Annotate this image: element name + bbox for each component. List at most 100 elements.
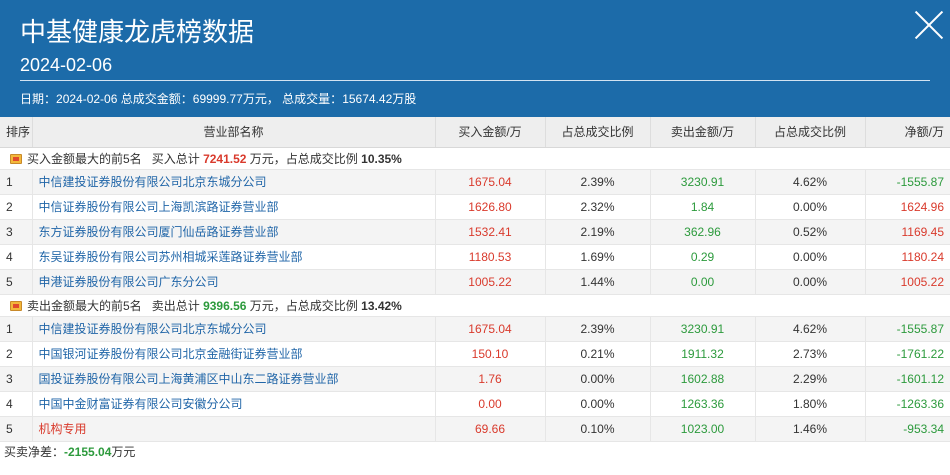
sell-total-label: 卖出总计: [151, 298, 200, 313]
rank-cell: 1: [0, 316, 33, 342]
net-amount-cell: 1624.96: [865, 194, 950, 220]
rank-cell: 3: [0, 219, 33, 245]
table-row: 4 东吴证券股份有限公司苏州相城采莲路证券营业部 1180.53 1.69% 0.29 0…: [0, 244, 950, 270]
sell-amount-cell: 3230.91: [650, 316, 756, 342]
table-row: 5 机构专用 69.66 0.10% 1023.00 1.46% -953.34: [0, 416, 950, 442]
table-row: 3 东方证券股份有限公司厦门仙岳路证券营业部 1532.41 2.19% 362.96 0…: [0, 219, 950, 245]
summary-volume-label: 总成交量：: [282, 92, 343, 106]
buy-section-cell: 买入金额最大的前5名 买入总计 7241.52 万元，占总成交比例 10.35%: [0, 147, 950, 170]
buy-ratio-cell: 0.00%: [545, 391, 651, 417]
buy-total-label: 买入总计: [151, 151, 200, 166]
net-amount-cell: -1601.12: [865, 366, 950, 392]
table-header: 排序 营业部名称 买入金额/万 占总成交比例 卖出金额/万 占总成交比例 净额/…: [0, 117, 950, 148]
sell-ratio-cell: 0.52%: [755, 219, 866, 245]
section-flag-icon: [10, 300, 22, 311]
branch-name-link[interactable]: 东方证券股份有限公司厦门仙岳路证券营业部: [32, 219, 436, 245]
sell-total-ratio: 13.42%: [361, 298, 402, 313]
buy-amount-cell: 1180.53: [435, 244, 546, 270]
buy-total-value: 7241.52: [203, 151, 247, 166]
sell-ratio-cell: 1.46%: [755, 416, 866, 442]
table-row: 2 中信证券股份有限公司上海凯滨路证券营业部 1626.80 2.32% 1.84 0.0…: [0, 194, 950, 220]
buy-amount-cell: 69.66: [435, 416, 546, 442]
table-row: 2 中国银河证券股份有限公司北京金融街证券营业部 150.10 0.21% 1911.3…: [0, 341, 950, 367]
buy-amount-cell: 1626.80: [435, 194, 546, 220]
summary-date-label: 日期：: [20, 92, 57, 106]
branch-name-link[interactable]: 国投证券股份有限公司上海黄浦区中山东二路证券营业部: [32, 366, 436, 392]
sell-section: 卖出金额最大的前5名 卖出总计 9396.56 万元，占总成交比例 13.42%…: [0, 294, 950, 442]
sell-section-cell: 卖出金额最大的前5名 卖出总计 9396.56 万元，占总成交比例 13.42%: [0, 294, 950, 317]
branch-name-link[interactable]: 申港证券股份有限公司广东分公司: [32, 269, 436, 295]
rank-cell: 4: [0, 391, 33, 417]
col-sell-ratio: 占总成交比例: [755, 117, 866, 148]
sell-amount-cell: 362.96: [650, 219, 756, 245]
sell-ratio-cell: 0.00%: [755, 269, 866, 295]
rank-cell: 5: [0, 416, 33, 442]
buy-amount-cell: 1532.41: [435, 219, 546, 245]
sell-amount-cell: 1263.36: [650, 391, 756, 417]
sell-amount-cell: 0.00: [650, 269, 756, 295]
rank-cell: 5: [0, 269, 33, 295]
net-difference-unit: 万元: [111, 444, 136, 459]
buy-ratio-cell: 0.21%: [545, 341, 651, 367]
branch-name-link[interactable]: 东吴证券股份有限公司苏州相城采莲路证券营业部: [32, 244, 436, 270]
summary-line: 日期：2024-02-06 总成交金额：69999.77万元， 总成交量：156…: [20, 90, 416, 108]
branch-name-link[interactable]: 中信证券股份有限公司上海凯滨路证券营业部: [32, 194, 436, 220]
dragon-tiger-table: 排序 营业部名称 买入金额/万 占总成交比例 卖出金额/万 占总成交比例 净额/…: [0, 117, 950, 442]
net-difference-value: -2155.04: [64, 444, 112, 459]
summary-amount-label: 总成交金额：: [120, 92, 193, 106]
header: 中基健康龙虎榜数据 2024-02-06 日期：2024-02-06 总成交金额…: [0, 0, 950, 117]
branch-name-link[interactable]: 中国中金财富证券有限公司安徽分公司: [32, 391, 436, 417]
branch-name-link[interactable]: 中信建投证券股份有限公司北京东城分公司: [32, 316, 436, 342]
buy-amount-cell: 1675.04: [435, 316, 546, 342]
col-rank: 排序: [0, 117, 33, 148]
buy-ratio-cell: 0.10%: [545, 416, 651, 442]
sell-amount-cell: 1.84: [650, 194, 756, 220]
branch-name-link[interactable]: 中信建投证券股份有限公司北京东城分公司: [32, 169, 436, 195]
sell-section-label: 卖出金额最大的前5名: [27, 298, 142, 313]
buy-section: 买入金额最大的前5名 买入总计 7241.52 万元，占总成交比例 10.35%…: [0, 147, 950, 295]
col-branch-name: 营业部名称: [32, 117, 436, 148]
summary-amount: 69999.77万元，: [192, 92, 279, 106]
buy-ratio-cell: 2.19%: [545, 219, 651, 245]
net-amount-cell: -1263.36: [865, 391, 950, 417]
net-amount-cell: -953.34: [865, 416, 950, 442]
buy-amount-cell: 150.10: [435, 341, 546, 367]
net-amount-cell: -1555.87: [865, 169, 950, 195]
sell-ratio-cell: 0.00%: [755, 244, 866, 270]
sell-ratio-cell: 2.29%: [755, 366, 866, 392]
sell-ratio-cell: 4.62%: [755, 169, 866, 195]
col-buy-amount: 买入金额/万: [435, 117, 546, 148]
col-net-amount: 净额/万: [865, 117, 950, 148]
header-divider: [20, 80, 930, 81]
rank-cell: 3: [0, 366, 33, 392]
sell-total-value: 9396.56: [203, 298, 247, 313]
net-amount-cell: 1169.45: [865, 219, 950, 245]
close-icon[interactable]: [912, 8, 946, 42]
buy-total-ratio: 10.35%: [361, 151, 402, 166]
table-row: 1 中信建投证券股份有限公司北京东城分公司 1675.04 2.39% 3230.91 4…: [0, 316, 950, 342]
page-title: 中基健康龙虎榜数据: [20, 17, 255, 47]
buy-amount-cell: 1005.22: [435, 269, 546, 295]
buy-ratio-cell: 2.39%: [545, 316, 651, 342]
buy-total-unit: 万元，占总成交比例: [249, 151, 358, 166]
col-buy-ratio: 占总成交比例: [545, 117, 651, 148]
buy-section-label: 买入金额最大的前5名: [27, 151, 142, 166]
buy-amount-cell: 1.76: [435, 366, 546, 392]
sell-amount-cell: 3230.91: [650, 169, 756, 195]
rank-cell: 1: [0, 169, 33, 195]
net-amount-cell: -1555.87: [865, 316, 950, 342]
rank-cell: 2: [0, 341, 33, 367]
sell-amount-cell: 0.29: [650, 244, 756, 270]
buy-amount-cell: 1675.04: [435, 169, 546, 195]
summary-date: 2024-02-06: [56, 92, 118, 106]
sell-amount-cell: 1911.32: [650, 341, 756, 367]
branch-name-link[interactable]: 机构专用: [32, 416, 436, 442]
net-amount-cell: 1005.22: [865, 269, 950, 295]
sell-ratio-cell: 4.62%: [755, 316, 866, 342]
table-row: 3 国投证券股份有限公司上海黄浦区中山东二路证券营业部 1.76 0.00% 1602.…: [0, 366, 950, 392]
branch-name-link[interactable]: 中国银河证券股份有限公司北京金融街证券营业部: [32, 341, 436, 367]
buy-ratio-cell: 1.44%: [545, 269, 651, 295]
sell-section-header: 卖出金额最大的前5名 卖出总计 9396.56 万元，占总成交比例 13.42%: [0, 294, 950, 317]
buy-ratio-cell: 2.39%: [545, 169, 651, 195]
sell-amount-cell: 1602.88: [650, 366, 756, 392]
